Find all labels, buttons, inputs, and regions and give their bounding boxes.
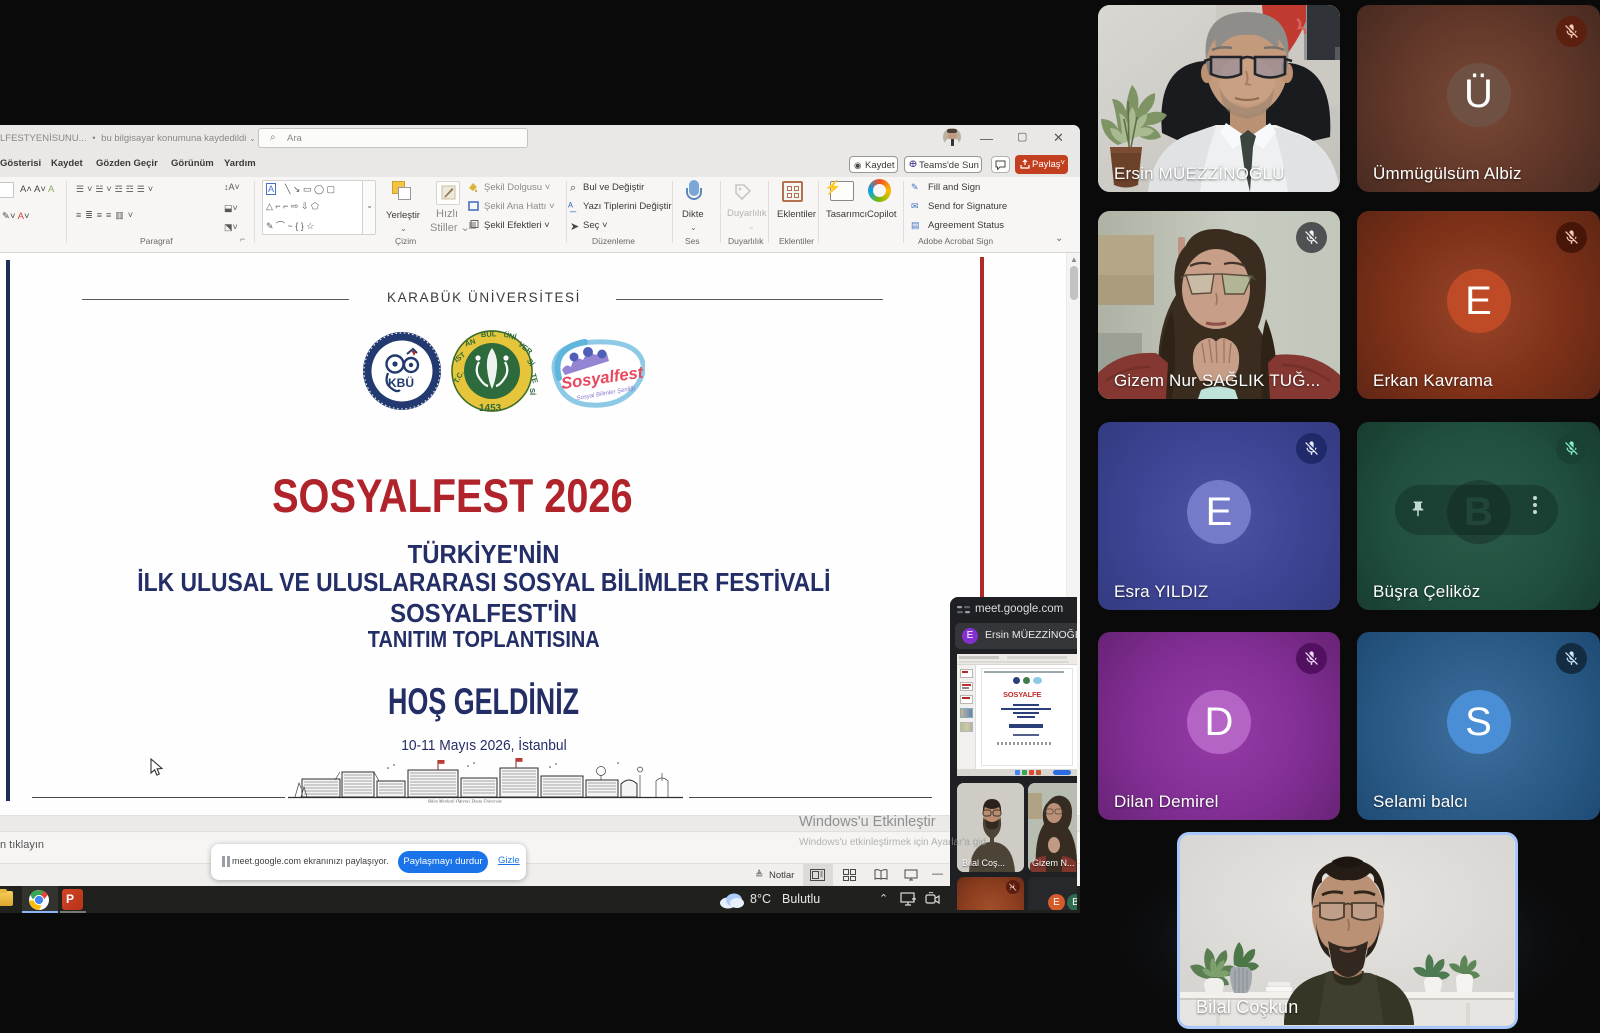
svg-text:2007: 2007 — [394, 395, 409, 402]
svg-text:KBÜ: KBÜ — [388, 375, 414, 390]
svg-text:Bilim Merkezli Öğrenci Dostu Ü: Bilim Merkezli Öğrenci Dostu Üniversite — [428, 799, 502, 804]
svg-text:BUL: BUL — [481, 329, 497, 339]
svg-text:Sİ: Sİ — [528, 388, 537, 395]
svg-text:1453: 1453 — [479, 403, 502, 414]
